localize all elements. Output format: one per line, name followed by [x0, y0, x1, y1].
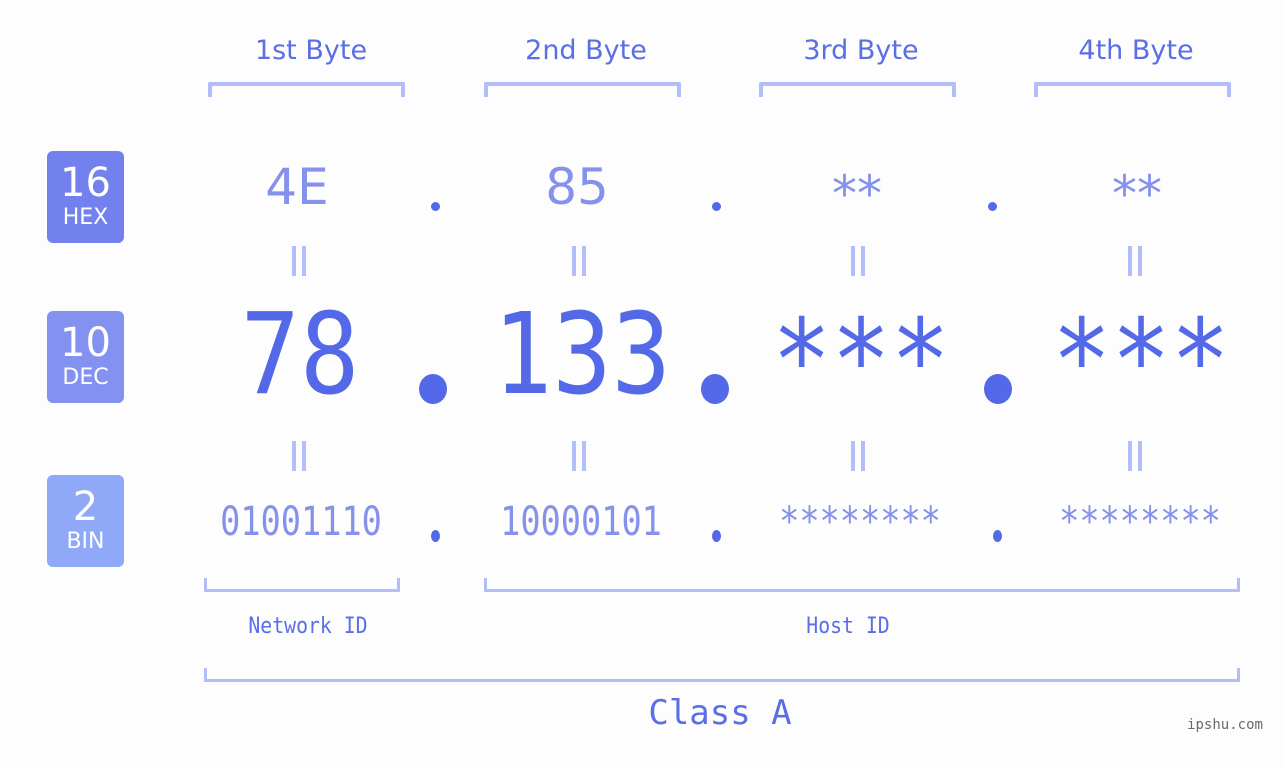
network-id-label: Network ID	[248, 614, 368, 639]
bin-byte-1: 01001110	[220, 499, 382, 545]
bin-badge-number: 2	[72, 484, 99, 530]
bin-byte-4: ********	[1059, 499, 1221, 545]
bin-badge-label: BIN	[66, 529, 105, 554]
class-label: Class A	[648, 693, 792, 733]
bin-separator-dot	[993, 530, 1002, 542]
dec-badge-number: 10	[60, 320, 111, 366]
hex-byte-4: **	[1112, 165, 1162, 223]
dec-byte-2: 133	[492, 290, 672, 420]
equals-icon	[572, 441, 586, 471]
dec-separator-dot	[419, 374, 447, 404]
bin-byte-2: 10000101	[500, 499, 662, 545]
dec-badge-label: DEC	[62, 365, 109, 390]
equals-icon	[572, 246, 586, 276]
hex-byte-1: 4E	[265, 158, 329, 216]
host-id-label: Host ID	[806, 614, 890, 639]
dec-byte-3: ***	[771, 296, 951, 426]
equals-icon	[851, 246, 865, 276]
equals-icon	[851, 441, 865, 471]
byte-bracket-4	[1034, 82, 1231, 97]
hex-separator-dot	[431, 202, 440, 211]
network-id-bracket	[204, 578, 400, 592]
byte-header-1: 1st Byte	[254, 35, 368, 66]
equals-icon	[292, 441, 306, 471]
hex-byte-3: **	[832, 165, 882, 223]
byte-header-2: 2nd Byte	[525, 35, 647, 66]
dec-byte-4: ***	[1051, 296, 1231, 426]
byte-bracket-3	[759, 82, 956, 97]
dec-badge: 10 DEC	[47, 311, 124, 403]
byte-bracket-1	[208, 82, 405, 97]
equals-icon	[1128, 246, 1142, 276]
hex-badge: 16 HEX	[47, 151, 124, 243]
hex-badge-label: HEX	[62, 205, 109, 230]
watermark: ipshu.com	[1187, 717, 1263, 733]
host-id-bracket	[484, 578, 1240, 592]
hex-byte-2: 85	[545, 158, 609, 216]
dec-separator-dot	[984, 374, 1012, 404]
dec-separator-dot	[701, 374, 729, 404]
dec-byte-1: 78	[240, 290, 360, 420]
byte-header-3: 3rd Byte	[803, 35, 919, 66]
class-bracket	[204, 668, 1240, 682]
byte-bracket-2	[484, 82, 681, 97]
bin-separator-dot	[431, 530, 440, 542]
equals-icon	[1128, 441, 1142, 471]
bin-badge: 2 BIN	[47, 475, 124, 567]
hex-separator-dot	[988, 202, 997, 211]
bin-byte-3: ********	[779, 499, 941, 545]
byte-header-4: 4th Byte	[1078, 35, 1194, 66]
bin-separator-dot	[712, 530, 721, 542]
hex-separator-dot	[712, 202, 721, 211]
hex-badge-number: 16	[60, 160, 111, 206]
equals-icon	[292, 246, 306, 276]
